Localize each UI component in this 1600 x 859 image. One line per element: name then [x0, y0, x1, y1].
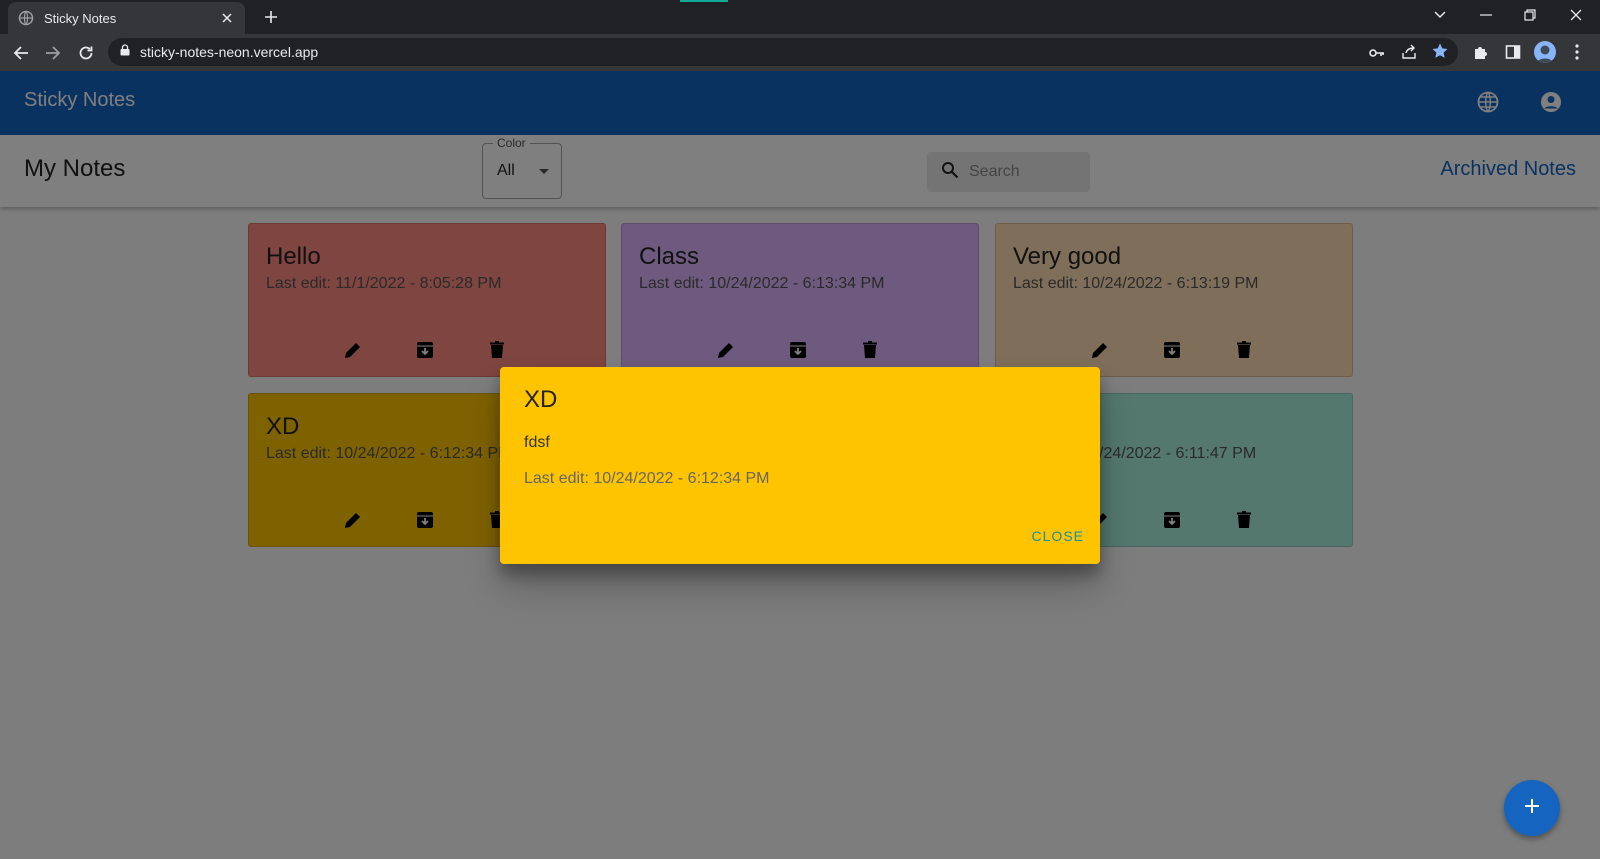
dialog-body: fdsf: [524, 434, 550, 451]
add-note-button[interactable]: [1504, 780, 1560, 836]
lock-icon: [120, 43, 130, 61]
close-window-icon[interactable]: [1556, 0, 1596, 30]
note-dialog: XD fdsf Last edit: 10/24/2022 - 6:12:34 …: [500, 367, 1100, 564]
tab-title: Sticky Notes: [44, 10, 117, 26]
url-text: sticky-notes-neon.vercel.app: [140, 44, 319, 60]
globe-favicon-icon: [18, 10, 34, 26]
kebab-menu-icon[interactable]: [1566, 41, 1588, 63]
side-panel-icon[interactable]: [1502, 41, 1524, 63]
close-tab-icon[interactable]: [219, 10, 235, 26]
share-icon[interactable]: [1400, 43, 1418, 61]
plus-icon: [1523, 797, 1541, 820]
address-bar[interactable]: sticky-notes-neon.vercel.app: [108, 38, 1458, 66]
extensions-puzzle-icon[interactable]: [1470, 41, 1492, 63]
dialog-last-edit: Last edit: 10/24/2022 - 6:12:34 PM: [524, 470, 770, 487]
dialog-title: XD: [524, 386, 558, 413]
reload-icon[interactable]: [73, 40, 99, 66]
accent-line: [680, 0, 728, 2]
restore-icon[interactable]: [1510, 0, 1550, 30]
back-arrow-icon[interactable]: [8, 40, 34, 66]
new-tab-icon[interactable]: [260, 6, 282, 28]
tab-search-chevron-icon[interactable]: [1420, 0, 1460, 30]
forward-arrow-icon[interactable]: [40, 40, 66, 66]
key-icon[interactable]: [1368, 44, 1386, 62]
profile-avatar[interactable]: [1534, 41, 1556, 63]
close-button[interactable]: CLOSE: [1032, 528, 1084, 544]
browser-toolbar: sticky-notes-neon.vercel.app: [0, 34, 1600, 71]
minimize-icon[interactable]: [1466, 0, 1506, 30]
bookmark-star-icon[interactable]: [1431, 42, 1449, 60]
browser-tab[interactable]: Sticky Notes: [8, 2, 245, 34]
browser-tabstrip: Sticky Notes: [0, 0, 1600, 34]
